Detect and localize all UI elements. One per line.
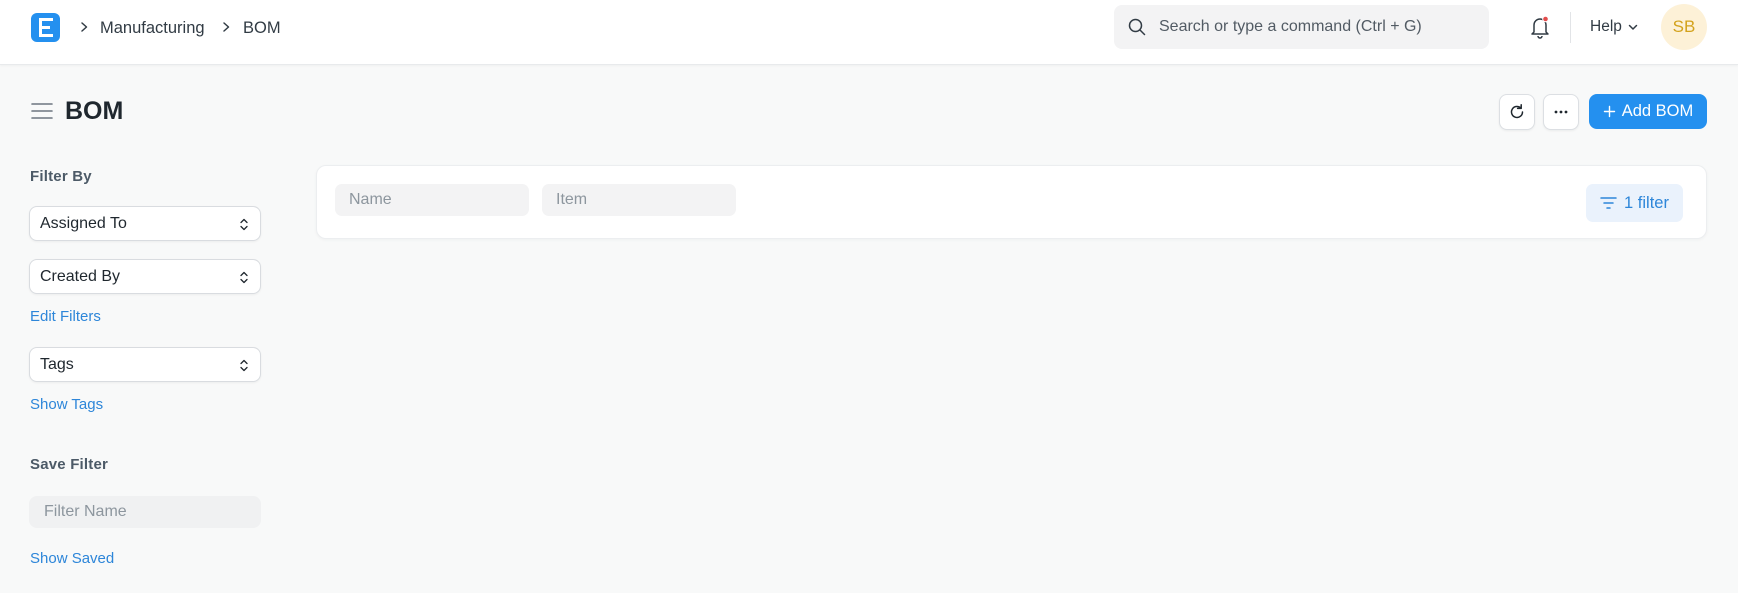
sidebar-toggle-icon[interactable] xyxy=(31,102,53,120)
filter-icon xyxy=(1600,197,1617,209)
search-bar[interactable]: Search or type a command (Ctrl + G) xyxy=(1114,5,1489,49)
more-horizontal-icon xyxy=(1554,110,1568,114)
add-bom-label: Add BOM xyxy=(1621,102,1694,120)
created-by-select[interactable]: Created By xyxy=(29,259,261,294)
chevron-right-icon xyxy=(81,22,88,32)
show-saved-link[interactable]: Show Saved xyxy=(30,550,114,567)
breadcrumb-manufacturing[interactable]: Manufacturing xyxy=(100,18,205,38)
search-input[interactable]: Search or type a command (Ctrl + G) xyxy=(1159,18,1422,36)
list-filter-card: 1 filter xyxy=(316,165,1707,239)
help-dropdown[interactable]: Help xyxy=(1590,18,1639,36)
assigned-to-label: Assigned To xyxy=(40,215,127,232)
refresh-icon xyxy=(1510,104,1524,119)
help-label: Help xyxy=(1590,18,1622,35)
search-icon xyxy=(1128,18,1146,36)
navbar: Manufacturing BOM Search or type a comma… xyxy=(0,0,1738,65)
select-arrows-icon xyxy=(240,271,248,284)
avatar-initials: SB xyxy=(1672,17,1696,36)
erpnext-logo-icon xyxy=(38,18,53,37)
filter-by-heading: Filter By xyxy=(30,168,92,185)
assigned-to-select[interactable]: Assigned To xyxy=(29,206,261,241)
notification-bell-icon[interactable] xyxy=(1529,15,1551,39)
filter-button[interactable]: 1 filter xyxy=(1586,184,1683,222)
user-avatar[interactable]: SB xyxy=(1661,4,1707,50)
edit-filters-link[interactable]: Edit Filters xyxy=(30,308,101,325)
chevron-down-icon xyxy=(1628,24,1638,30)
add-bom-button[interactable]: Add BOM xyxy=(1589,94,1707,129)
page-title: BOM xyxy=(65,97,124,125)
refresh-button[interactable] xyxy=(1499,94,1535,130)
save-filter-heading: Save Filter xyxy=(30,456,109,473)
select-arrows-icon xyxy=(240,359,248,372)
more-actions-button[interactable] xyxy=(1543,94,1579,130)
app-logo[interactable] xyxy=(31,13,60,42)
created-by-label: Created By xyxy=(40,268,121,285)
item-filter-input[interactable] xyxy=(542,184,736,216)
plus-icon xyxy=(1603,105,1615,118)
breadcrumb-bom[interactable]: BOM xyxy=(243,18,281,38)
tags-label: Tags xyxy=(40,356,74,373)
tags-select[interactable]: Tags xyxy=(29,347,261,382)
chevron-right-icon xyxy=(223,22,230,32)
filter-count-label: 1 filter xyxy=(1624,193,1669,212)
navbar-divider xyxy=(1570,12,1571,43)
show-tags-link[interactable]: Show Tags xyxy=(30,396,103,413)
select-arrows-icon xyxy=(240,218,248,231)
name-filter-input[interactable] xyxy=(335,184,529,216)
filter-name-input[interactable] xyxy=(29,496,261,528)
